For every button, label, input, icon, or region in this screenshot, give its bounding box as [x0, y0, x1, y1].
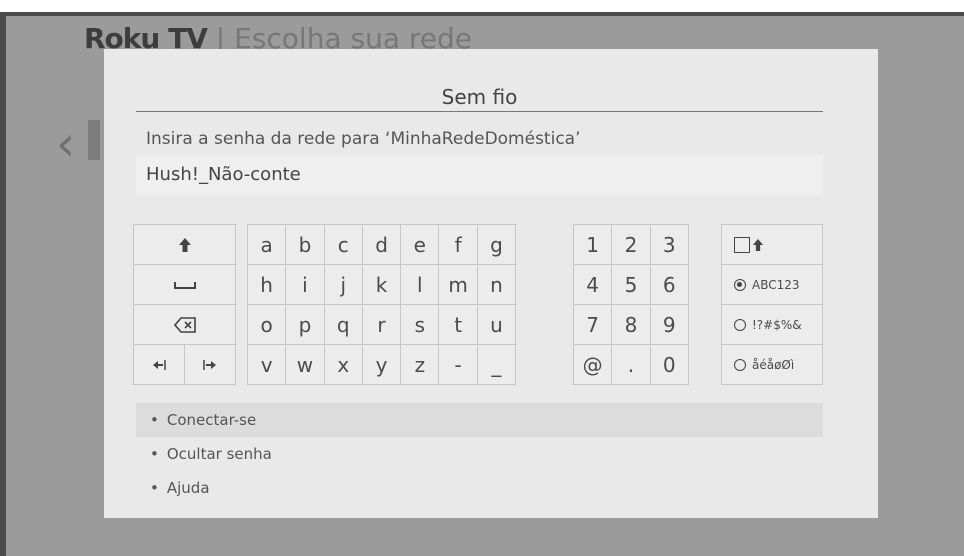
caps-lock-icon [752, 238, 764, 251]
password-dialog: Sem fio Insira a senha da rede para ‘Min… [104, 49, 878, 518]
letter-key[interactable]: c [324, 225, 362, 264]
number-key[interactable]: 0 [650, 345, 688, 384]
letter-key[interactable]: i [286, 265, 324, 304]
radio-icon [734, 318, 746, 331]
mode-abc123-label: ABC123 [752, 277, 800, 292]
dialog-title: Sem fio [441, 85, 518, 109]
control-keys [133, 224, 236, 385]
letter-key[interactable]: s [401, 305, 439, 344]
mode-abc123[interactable]: ABC123 [722, 265, 822, 304]
option-list: • Conectar-se • Ocultar senha • Ajuda [136, 403, 823, 505]
backspace-key[interactable] [134, 305, 235, 344]
letter-key[interactable]: a [248, 225, 286, 264]
letter-key[interactable]: j [324, 265, 362, 304]
number-key[interactable]: 2 [612, 225, 650, 264]
letter-key[interactable]: k [362, 265, 401, 304]
letter-key[interactable]: x [324, 345, 362, 384]
cursor-right-key[interactable] [185, 345, 235, 384]
shift-icon [178, 237, 191, 252]
mode-keys: ABC123 !?#$%& åéåøØì [721, 224, 823, 385]
shift-key[interactable] [134, 225, 235, 264]
number-key[interactable]: 9 [650, 305, 688, 344]
password-prompt: Insira a senha da rede para ‘MinhaRedeDo… [146, 129, 581, 149]
letter-key[interactable]: t [439, 305, 477, 344]
number-key[interactable]: 1 [574, 225, 612, 264]
space-icon [173, 281, 196, 289]
number-key[interactable]: @ [574, 345, 612, 384]
cursor-left-key[interactable] [134, 345, 184, 384]
letter-key[interactable]: m [439, 265, 477, 304]
option-item[interactable]: • Ocultar senha [136, 437, 823, 471]
letter-key[interactable]: h [248, 265, 286, 304]
letter-key[interactable]: f [439, 225, 477, 264]
background-tile [88, 120, 100, 160]
bullet-icon: • [150, 445, 159, 463]
number-key[interactable]: 8 [612, 305, 650, 344]
letter-key[interactable]: _ [477, 345, 516, 384]
option-item[interactable]: • Conectar-se [136, 403, 823, 437]
number-key[interactable]: 6 [650, 265, 688, 304]
letter-key[interactable]: g [477, 225, 516, 264]
letter-key[interactable]: - [439, 345, 477, 384]
letter-key[interactable]: o [248, 305, 286, 344]
bullet-icon: • [150, 411, 159, 429]
option-label: Ocultar senha [166, 445, 272, 463]
letter-key[interactable]: q [324, 305, 362, 344]
letter-key[interactable]: n [477, 265, 516, 304]
option-label: Ajuda [166, 479, 210, 497]
number-key[interactable]: 4 [574, 265, 612, 304]
radio-icon [734, 358, 746, 371]
space-key[interactable] [134, 265, 235, 304]
number-key[interactable]: . [612, 345, 650, 384]
caps-lock-key[interactable] [722, 225, 822, 264]
option-label: Conectar-se [166, 411, 257, 429]
password-field[interactable]: Hush!_Não-conte [136, 155, 823, 195]
mode-symbols-label: !?#$%& [752, 317, 802, 332]
letter-key[interactable]: d [362, 225, 401, 264]
letter-key[interactable]: w [286, 345, 324, 384]
option-item[interactable]: • Ajuda [136, 471, 823, 505]
letter-key[interactable]: e [401, 225, 439, 264]
number-key[interactable]: 3 [650, 225, 688, 264]
number-key[interactable]: 5 [612, 265, 650, 304]
letter-key[interactable]: b [286, 225, 324, 264]
letter-key[interactable]: v [248, 345, 286, 384]
cursor-right-icon [203, 359, 216, 370]
letter-key[interactable]: p [286, 305, 324, 344]
letter-key[interactable]: z [401, 345, 439, 384]
letter-key[interactable]: y [362, 345, 401, 384]
radio-selected-icon [734, 278, 746, 291]
number-key[interactable]: 7 [574, 305, 612, 344]
mode-accents-label: åéåøØì [752, 357, 795, 372]
bullet-icon: • [150, 479, 159, 497]
cursor-left-icon [153, 359, 166, 370]
letter-keys: a b c d e f g h i j k l m n o p q r s t u v w x y z - _ [247, 224, 517, 385]
back-arrow-icon[interactable]: ‹ [56, 120, 75, 168]
letter-key[interactable]: r [362, 305, 401, 344]
number-keys: 1 2 3 4 5 6 7 8 9 @. 0 [573, 224, 689, 385]
checkbox-icon [734, 236, 750, 253]
title-divider [136, 111, 823, 112]
mode-accents[interactable]: åéåøØì [722, 345, 822, 384]
backspace-icon [173, 316, 196, 333]
letter-key[interactable]: u [477, 305, 516, 344]
mode-symbols[interactable]: !?#$%& [722, 305, 822, 344]
letter-key[interactable]: l [401, 265, 439, 304]
